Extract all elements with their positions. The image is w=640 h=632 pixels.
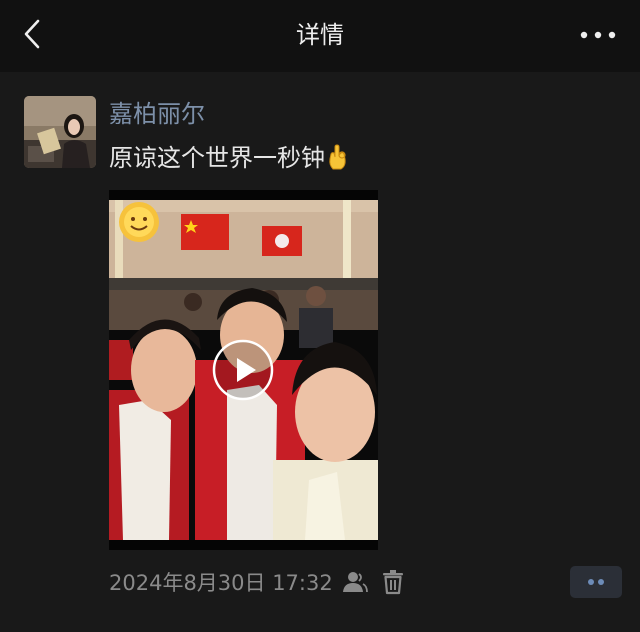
avatar[interactable]	[24, 96, 96, 168]
post-timestamp: 2024年8月30日 17:32	[109, 571, 333, 595]
avatar-image	[24, 96, 96, 168]
more-button[interactable]	[578, 24, 618, 46]
author-name[interactable]: 嘉柏丽尔	[109, 96, 205, 132]
comment-like-button[interactable]	[570, 566, 622, 598]
person-icon	[343, 572, 368, 593]
post-text-content: 原谅这个世界一秒钟	[109, 144, 325, 172]
page-title: 详情	[296, 21, 344, 49]
play-icon	[212, 339, 274, 401]
delete-button[interactable]	[380, 569, 406, 595]
top-bar: 详情	[0, 0, 640, 72]
visibility-button[interactable]	[342, 570, 368, 594]
more-horizontal-icon	[580, 31, 616, 39]
play-button[interactable]	[212, 339, 274, 401]
hand-emoji-icon	[327, 143, 349, 181]
video-thumbnail[interactable]	[109, 190, 378, 550]
trash-icon	[383, 570, 403, 595]
post-text: 原谅这个世界一秒钟	[109, 140, 349, 181]
